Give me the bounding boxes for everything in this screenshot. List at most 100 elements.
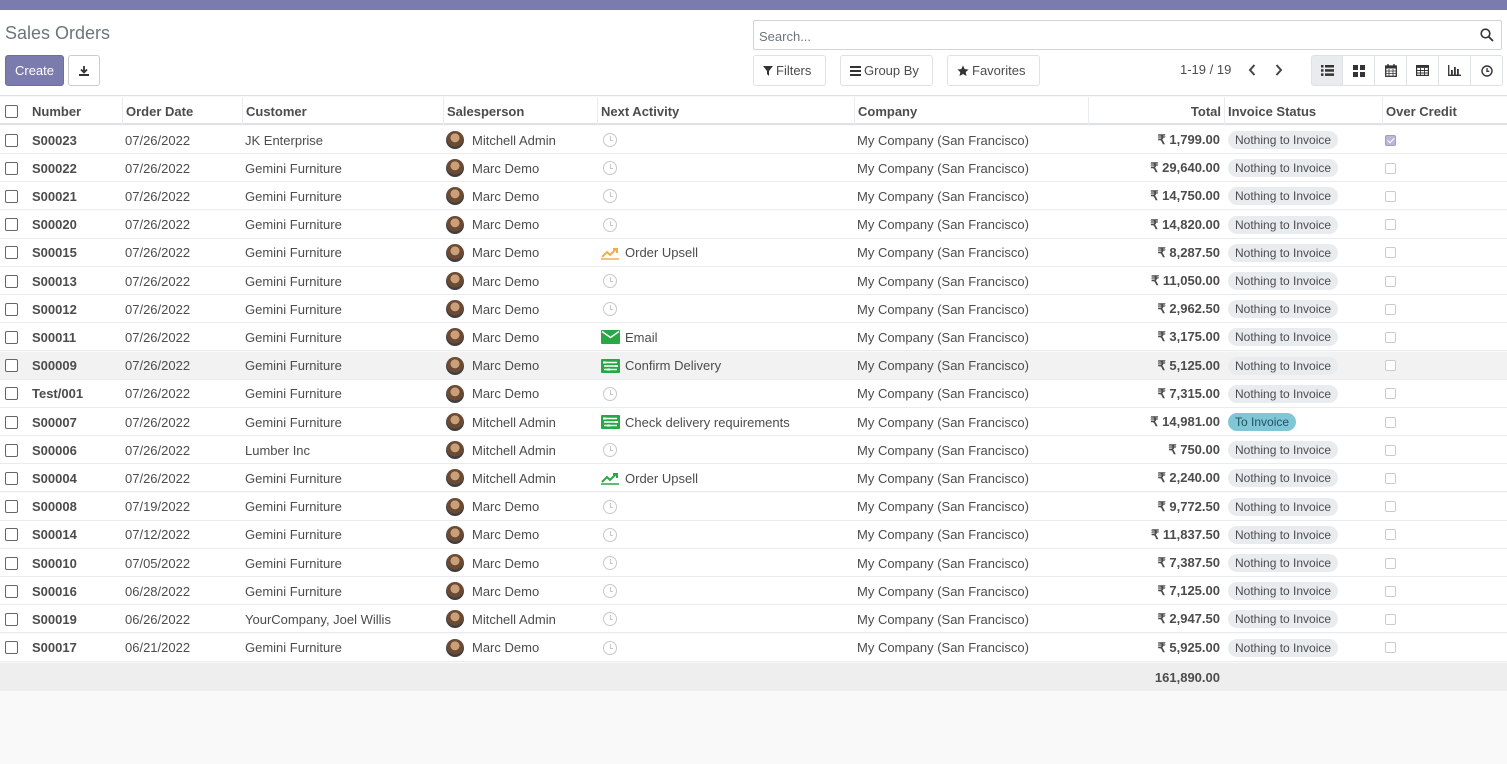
- row-checkbox-cell[interactable]: [5, 549, 25, 577]
- row-checkbox[interactable]: [5, 189, 18, 203]
- column-total[interactable]: Total: [1088, 97, 1224, 125]
- pager-value[interactable]: 1-19 / 19: [1180, 62, 1231, 77]
- row-checkbox[interactable]: [5, 528, 18, 542]
- row-checkbox-cell[interactable]: [5, 493, 25, 521]
- table-row[interactable]: S00007 07/26/2022 Gemini Furniture Mitchell…: [0, 408, 1507, 436]
- row-checkbox[interactable]: [5, 218, 18, 232]
- row-checkbox[interactable]: [5, 387, 18, 401]
- table-row[interactable]: S00004 07/26/2022 Gemini Furniture Mitchell…: [0, 464, 1507, 493]
- clock-icon[interactable]: [603, 133, 617, 147]
- clock-icon[interactable]: [603, 217, 617, 232]
- search-input[interactable]: [759, 26, 1459, 46]
- table-row[interactable]: Test/001 07/26/2022 Gemini Furniture Marc D…: [0, 379, 1507, 408]
- row-checkbox-cell[interactable]: [5, 323, 25, 351]
- row-checkbox[interactable]: [5, 641, 18, 655]
- table-row[interactable]: S00021 07/26/2022 Gemini Furniture Marc Dem…: [0, 182, 1507, 211]
- row-checkbox-cell[interactable]: [5, 126, 25, 154]
- pager-next-button[interactable]: [1270, 61, 1288, 79]
- row-checkbox[interactable]: [5, 302, 18, 316]
- activity-type-icon[interactable]: [600, 358, 620, 374]
- clock-icon[interactable]: [603, 443, 617, 458]
- table-row[interactable]: S00022 07/26/2022 Gemini Furniture Marc Dem…: [0, 154, 1507, 183]
- activity-type-icon[interactable]: [600, 470, 620, 486]
- create-button[interactable]: Create: [5, 55, 64, 86]
- row-checkbox-cell[interactable]: [5, 352, 25, 380]
- clock-icon[interactable]: [603, 584, 617, 599]
- row-checkbox-cell[interactable]: [5, 436, 25, 464]
- clock-icon[interactable]: [603, 386, 617, 401]
- favorites-button[interactable]: Favorites: [947, 55, 1040, 86]
- table-row[interactable]: S00014 07/12/2022 Gemini Furniture Marc Dem…: [0, 520, 1507, 549]
- table-row[interactable]: S00017 06/21/2022 Gemini Furniture Marc Dem…: [0, 633, 1507, 662]
- clock-icon[interactable]: [603, 556, 617, 570]
- row-checkbox-cell[interactable]: [5, 295, 25, 323]
- row-checkbox-cell[interactable]: [5, 380, 25, 408]
- search-box[interactable]: [753, 20, 1502, 50]
- row-checkbox-cell[interactable]: [5, 577, 25, 605]
- row-checkbox[interactable]: [5, 133, 18, 147]
- calendar-view-button[interactable]: [1375, 55, 1407, 86]
- row-checkbox-cell[interactable]: [5, 605, 25, 633]
- row-checkbox-cell[interactable]: [5, 634, 25, 662]
- row-checkbox[interactable]: [5, 415, 18, 429]
- clock-icon[interactable]: [603, 612, 617, 627]
- row-checkbox[interactable]: [5, 471, 18, 485]
- row-checkbox[interactable]: [5, 359, 18, 373]
- row-checkbox[interactable]: [5, 612, 18, 626]
- column-invoice-status[interactable]: Invoice Status: [1224, 97, 1382, 125]
- filters-button[interactable]: Filters: [753, 55, 826, 86]
- export-button[interactable]: [68, 55, 100, 86]
- table-row[interactable]: S00010 07/05/2022 Gemini Furniture Marc Dem…: [0, 549, 1507, 577]
- clock-icon[interactable]: [603, 527, 617, 542]
- group-by-button[interactable]: Group By: [840, 55, 933, 86]
- table-row[interactable]: S00019 06/26/2022 YourCompany, Joel Willis…: [0, 605, 1507, 634]
- select-all-checkbox-cell[interactable]: [0, 97, 28, 125]
- search-icon[interactable]: [1480, 28, 1494, 42]
- pivot-view-button[interactable]: [1407, 55, 1439, 86]
- activity-type-icon[interactable]: [600, 329, 620, 345]
- pager-previous-button[interactable]: [1243, 61, 1261, 79]
- column-order-date[interactable]: Order Date: [122, 97, 242, 125]
- row-checkbox-cell[interactable]: [5, 464, 25, 492]
- row-checkbox-cell[interactable]: [5, 182, 25, 210]
- row-checkbox-cell[interactable]: [5, 521, 25, 549]
- activity-view-button[interactable]: [1471, 55, 1503, 86]
- table-row[interactable]: S00011 07/26/2022 Gemini Furniture Marc Dem…: [0, 323, 1507, 352]
- table-row[interactable]: S00023 07/26/2022 JK Enterprise Mitchell Ad…: [0, 126, 1507, 154]
- activity-type-icon[interactable]: [600, 414, 620, 430]
- table-row[interactable]: S00006 07/26/2022 Lumber Inc Mitchell Admin…: [0, 436, 1507, 465]
- row-checkbox-cell[interactable]: [5, 211, 25, 239]
- column-salesperson[interactable]: Salesperson: [443, 97, 597, 125]
- row-checkbox[interactable]: [5, 330, 18, 344]
- activity-type-icon[interactable]: [600, 245, 620, 261]
- clock-icon[interactable]: [603, 189, 617, 204]
- table-row[interactable]: S00020 07/26/2022 Gemini Furniture Marc Dem…: [0, 210, 1507, 239]
- clock-icon[interactable]: [603, 640, 617, 655]
- row-checkbox[interactable]: [5, 246, 18, 260]
- table-row[interactable]: S00009 07/26/2022 Gemini Furniture Marc Dem…: [0, 351, 1507, 380]
- table-row[interactable]: S00013 07/26/2022 Gemini Furniture Marc Dem…: [0, 267, 1507, 295]
- column-company[interactable]: Company: [854, 97, 1088, 125]
- select-all-checkbox[interactable]: [5, 104, 18, 118]
- list-view-button[interactable]: [1311, 55, 1343, 86]
- row-checkbox-cell[interactable]: [5, 408, 25, 436]
- column-over-credit[interactable]: Over Credit: [1382, 97, 1507, 125]
- row-checkbox-cell[interactable]: [5, 154, 25, 182]
- row-checkbox[interactable]: [5, 500, 18, 514]
- table-row[interactable]: S00012 07/26/2022 Gemini Furniture Marc Dem…: [0, 295, 1507, 324]
- clock-icon[interactable]: [603, 499, 617, 514]
- row-checkbox-cell[interactable]: [5, 267, 25, 295]
- graph-view-button[interactable]: [1439, 55, 1471, 86]
- column-number[interactable]: Number: [29, 97, 122, 125]
- clock-icon[interactable]: [603, 161, 617, 176]
- table-row[interactable]: S00016 06/28/2022 Gemini Furniture Marc Dem…: [0, 577, 1507, 606]
- row-checkbox[interactable]: [5, 584, 18, 598]
- row-checkbox-cell[interactable]: [5, 239, 25, 267]
- row-checkbox[interactable]: [5, 161, 18, 175]
- clock-icon[interactable]: [603, 274, 617, 288]
- row-checkbox[interactable]: [5, 556, 18, 570]
- table-row[interactable]: S00008 07/19/2022 Gemini Furniture Marc Dem…: [0, 492, 1507, 521]
- clock-icon[interactable]: [603, 302, 617, 317]
- kanban-view-button[interactable]: [1343, 55, 1375, 86]
- row-checkbox[interactable]: [5, 274, 18, 288]
